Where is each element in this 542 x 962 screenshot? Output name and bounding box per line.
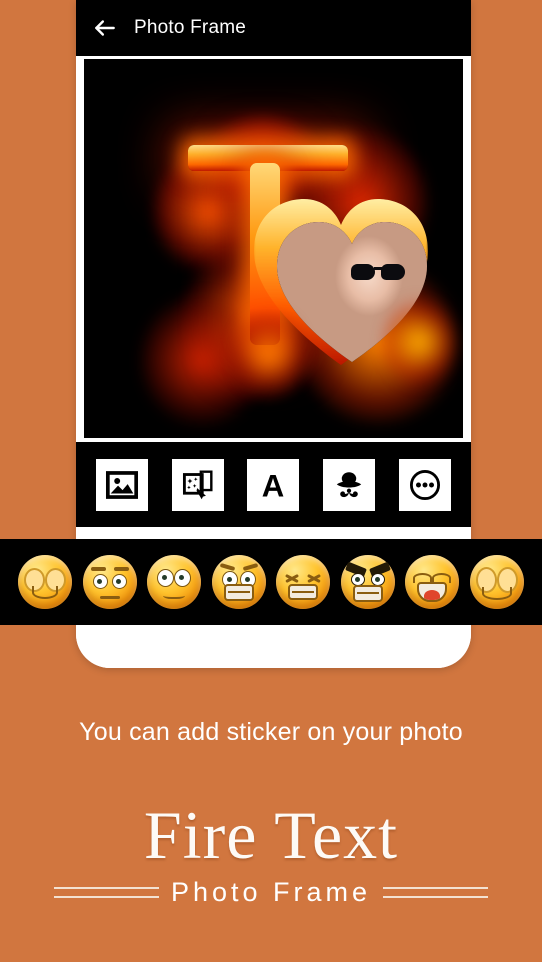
brand-title: Fire Text	[143, 797, 399, 873]
svg-text:A: A	[262, 468, 285, 502]
eye	[92, 574, 108, 589]
mouth	[163, 591, 186, 599]
app-bar: Photo Frame	[76, 0, 471, 56]
user-photo	[277, 220, 427, 366]
mouth	[99, 596, 120, 599]
more-dots-icon	[410, 469, 441, 500]
brand-rule-left	[53, 887, 159, 899]
brow	[242, 563, 258, 571]
editor-toolbar: A	[76, 442, 471, 527]
sunglasses-icon	[351, 264, 405, 281]
frames-button[interactable]	[171, 458, 224, 511]
mouth	[352, 585, 383, 602]
brand-subtitle-row: Photo Frame	[0, 877, 542, 908]
emoji-angry[interactable]	[340, 555, 395, 609]
emoji-annoyed[interactable]	[82, 555, 137, 609]
gallery-button[interactable]	[95, 458, 148, 511]
back-arrow-icon[interactable]	[92, 15, 118, 41]
sticker-button[interactable]	[323, 458, 376, 511]
emoji-frightened[interactable]	[211, 555, 266, 609]
brand-rule-right	[383, 887, 489, 899]
more-button[interactable]	[399, 458, 452, 511]
text-button[interactable]: A	[247, 458, 300, 511]
brand-subtitle: Photo Frame	[170, 877, 372, 908]
text-a-icon: A	[262, 468, 285, 502]
image-icon	[105, 470, 138, 499]
tagline: You can add sticker on your photo	[79, 718, 463, 746]
editor-frame	[76, 56, 471, 442]
eye	[285, 572, 299, 584]
sticker-strip	[0, 539, 542, 625]
effects-icon	[182, 469, 213, 499]
mouth	[417, 582, 448, 602]
brow	[113, 567, 129, 571]
mouth	[32, 586, 58, 599]
eye	[174, 569, 192, 587]
emoji-crying-sad[interactable]	[469, 555, 524, 609]
fire-text-photo-preview[interactable]	[84, 59, 463, 438]
brow	[219, 563, 235, 571]
emoji-laughing-tongue[interactable]	[405, 555, 460, 609]
eye	[111, 574, 127, 589]
eye	[307, 572, 321, 584]
brand-block: Fire Text Photo Frame	[0, 797, 542, 908]
mouth	[288, 584, 319, 600]
heart-photo-frame[interactable]	[266, 209, 416, 355]
mouth	[481, 587, 512, 600]
emoji-worried[interactable]	[147, 555, 202, 609]
mouth	[223, 584, 254, 601]
eye	[157, 569, 175, 587]
page-title: Photo Frame	[134, 17, 247, 38]
heart-photo-clip	[277, 220, 427, 366]
emoji-sad-tired[interactable]	[18, 555, 72, 609]
sticker-hat-mustache-icon	[337, 471, 362, 497]
brow	[90, 567, 106, 571]
emoji-frustrated[interactable]	[276, 555, 331, 609]
